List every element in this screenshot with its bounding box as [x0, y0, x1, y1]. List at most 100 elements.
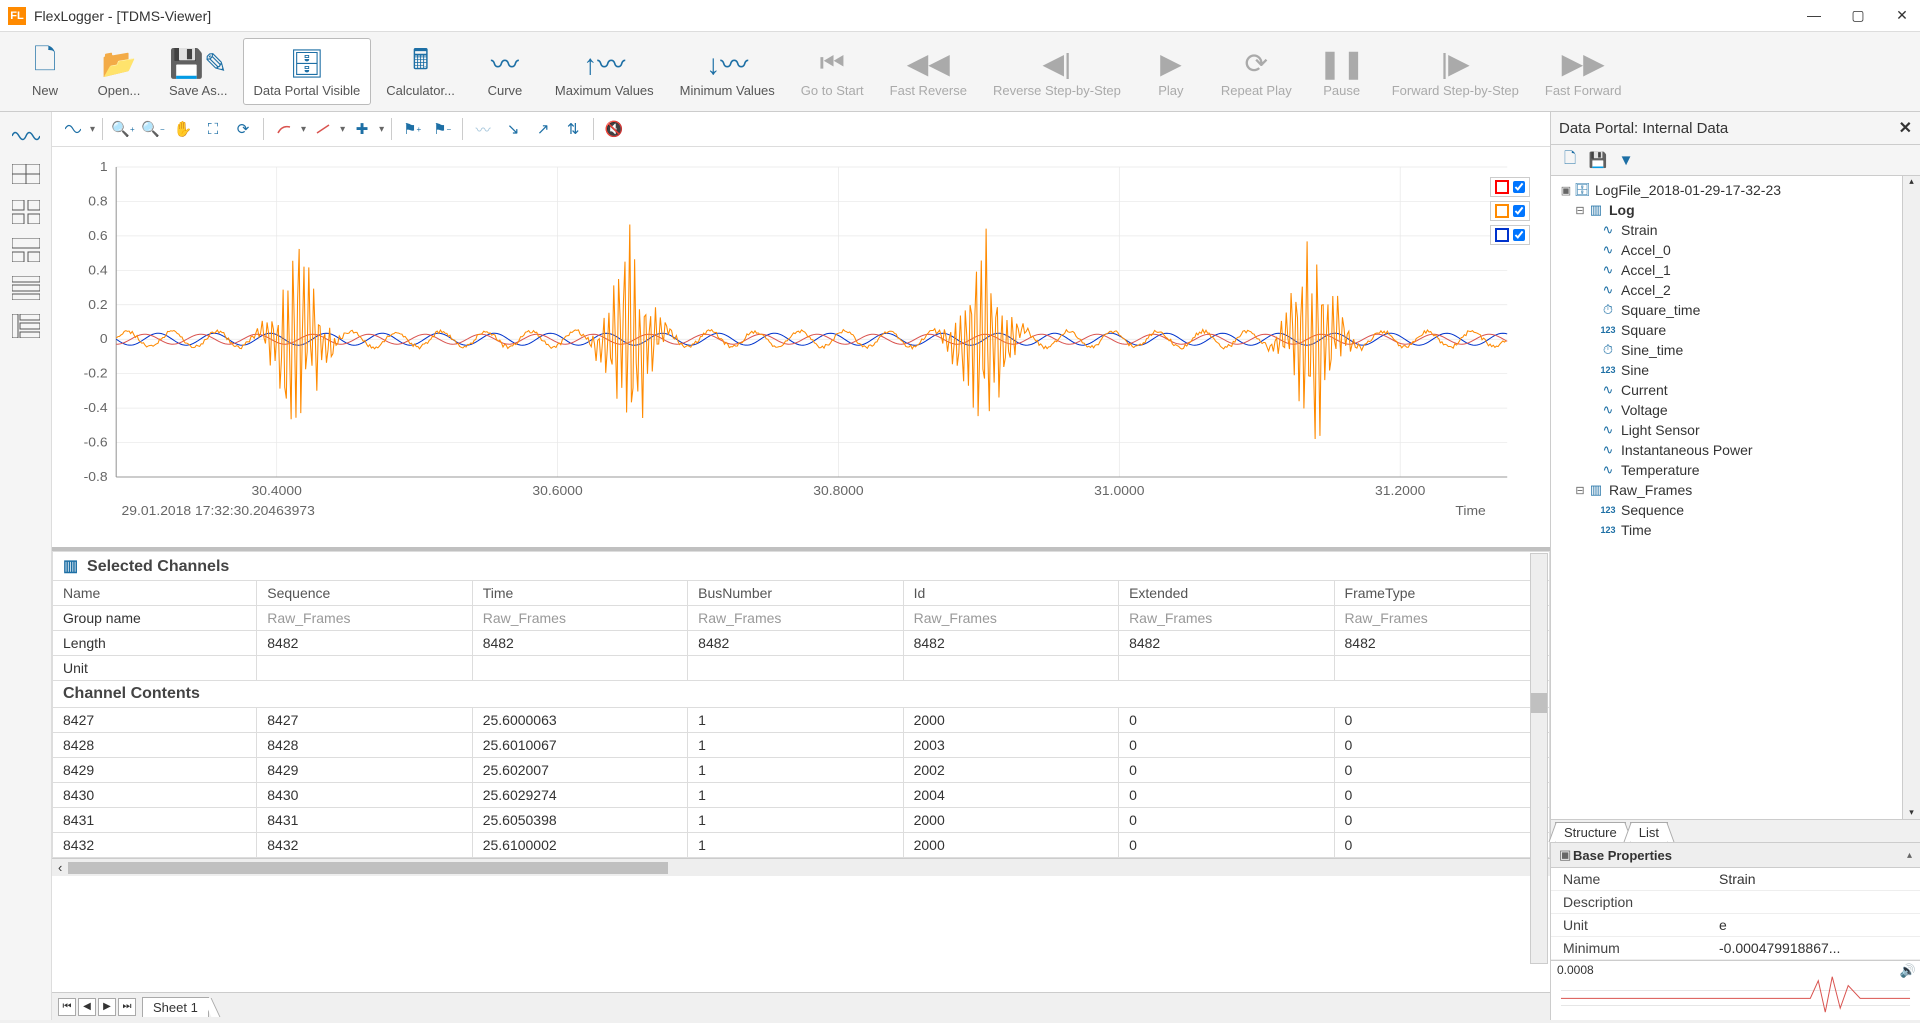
app-icon: FL [8, 7, 26, 25]
new-file-icon[interactable]: 🗋 [1559, 149, 1581, 171]
maximize-button[interactable]: ▢ [1848, 7, 1868, 24]
col-header[interactable]: BusNumber [688, 581, 903, 606]
zoom-reset-icon[interactable]: ⛶ [200, 116, 226, 142]
tree-channel[interactable]: ∿Accel_0 [1551, 240, 1920, 260]
view-split-horizontal-icon[interactable] [6, 234, 46, 266]
tool3-icon[interactable]: ↗ [530, 116, 556, 142]
property-row[interactable]: Minimum-0.000479918867... [1551, 937, 1920, 960]
mute-icon[interactable]: 🔇 [601, 116, 627, 142]
view-waveform-icon[interactable] [6, 120, 46, 152]
tree-group[interactable]: ⊟▥Raw_Frames [1551, 480, 1920, 500]
sheet-first[interactable]: ⏮ [58, 998, 76, 1016]
min-values-button[interactable]: ↓〰Minimum Values [669, 38, 786, 105]
minimize-button[interactable]: — [1804, 7, 1824, 24]
zoom-out-icon[interactable]: 🔍− [140, 116, 166, 142]
table-row[interactable]: 8431843125.60503981200000 [53, 808, 1550, 833]
tree-channel[interactable]: ∿Temperature [1551, 460, 1920, 480]
tree-scrollbar[interactable]: ▴ ▾ [1902, 176, 1920, 819]
tree-channel[interactable]: 123Time [1551, 520, 1920, 540]
table-scrollbar-h[interactable]: ‹ › [52, 858, 1550, 876]
tree-root[interactable]: ▣🗄LogFile_2018-01-29-17-32-23 [1551, 180, 1920, 200]
tree-channel[interactable]: ∿Voltage [1551, 400, 1920, 420]
curve-button[interactable]: 〰Curve [470, 38, 540, 105]
svg-text:-0.8: -0.8 [84, 469, 108, 483]
max-values-button[interactable]: ↑〰Maximum Values [544, 38, 665, 105]
property-row[interactable]: NameStrain [1551, 868, 1920, 891]
data-portal-button[interactable]: 🗄Data Portal Visible [243, 38, 372, 105]
calculator-button[interactable]: 🖩Calculator... [375, 38, 466, 105]
view-stack-icon[interactable] [6, 272, 46, 304]
view-grid-single-icon[interactable] [6, 158, 46, 190]
view-list-icon[interactable] [6, 310, 46, 342]
tree-channel[interactable]: ⏱Sine_time [1551, 340, 1920, 360]
property-row[interactable]: Description [1551, 891, 1920, 914]
curve-style-icon[interactable] [271, 116, 297, 142]
tree-channel[interactable]: ∿Instantaneous Power [1551, 440, 1920, 460]
tree-channel[interactable]: 123Square [1551, 320, 1920, 340]
table-row[interactable]: 8430843025.60292741200400 [53, 783, 1550, 808]
tree-channel[interactable]: ∿Current [1551, 380, 1920, 400]
flag-remove-icon[interactable]: ⚑− [429, 116, 455, 142]
chart-type-dropdown[interactable] [60, 116, 86, 142]
sheet-prev[interactable]: ◀ [78, 998, 96, 1016]
legend-checkbox[interactable] [1513, 229, 1525, 241]
col-header[interactable]: FrameType [1334, 581, 1549, 606]
sheet-next[interactable]: ▶ [98, 998, 116, 1016]
reverse-sbs-label: Reverse Step-by-Step [993, 83, 1121, 98]
legend-swatch-icon [1495, 180, 1509, 194]
col-header[interactable]: Name [53, 581, 257, 606]
data-portal-tree: ▣🗄LogFile_2018-01-29-17-32-23⊟▥Log∿Strai… [1551, 176, 1920, 820]
view-2x2-icon[interactable] [6, 196, 46, 228]
line-style-icon[interactable] [310, 116, 336, 142]
tree-channel[interactable]: ∿Accel_1 [1551, 260, 1920, 280]
props-scroll-up-icon[interactable]: ▴ [1907, 850, 1912, 861]
zoom-in-icon[interactable]: 🔍+ [110, 116, 136, 142]
chart-area[interactable]: 10.80.60.40.20-0.2-0.4-0.6-0.830.400030.… [52, 147, 1550, 547]
sheet-last[interactable]: ⏭ [118, 998, 136, 1016]
window-title: FlexLogger - [TDMS-Viewer] [34, 8, 1804, 24]
flag-add-icon[interactable]: ⚑+ [399, 116, 425, 142]
preview-audio-icon[interactable]: 🔊 [1900, 963, 1916, 979]
filter-icon[interactable]: ▼ [1615, 149, 1637, 171]
tree-channel[interactable]: ⏱Square_time [1551, 300, 1920, 320]
save-as-button[interactable]: 💾✎Save As... [158, 38, 239, 105]
legend-item[interactable] [1490, 201, 1530, 221]
crosshair-icon[interactable]: ✚ [349, 116, 375, 142]
tree-channel[interactable]: ∿Accel_2 [1551, 280, 1920, 300]
sheet-tab[interactable]: Sheet 1 [142, 997, 209, 1017]
curve-label: Curve [488, 83, 523, 98]
table-row[interactable]: 8432843225.61000021200000 [53, 833, 1550, 858]
property-row[interactable]: Unite [1551, 914, 1920, 937]
tool2-icon[interactable]: ↘ [500, 116, 526, 142]
table-row[interactable]: 8428842825.60100671200300 [53, 733, 1550, 758]
tree-channel[interactable]: 123Sequence [1551, 500, 1920, 520]
tool4-icon[interactable]: ⇅ [560, 116, 586, 142]
open-button[interactable]: 📂Open... [84, 38, 154, 105]
col-header[interactable]: Time [472, 581, 687, 606]
tree-channel[interactable]: ∿Strain [1551, 220, 1920, 240]
tree-group[interactable]: ⊟▥Log [1551, 200, 1920, 220]
new-button[interactable]: 🗋New [10, 38, 80, 105]
col-header[interactable]: Sequence [257, 581, 472, 606]
dp-tab-list[interactable]: List [1630, 822, 1668, 842]
dp-tab-structure[interactable]: Structure [1555, 822, 1626, 842]
col-header[interactable]: Extended [1119, 581, 1334, 606]
props-collapse-icon[interactable]: ▣ [1559, 847, 1573, 863]
refresh-icon[interactable]: ⟳ [230, 116, 256, 142]
save-data-icon[interactable]: 💾 [1587, 149, 1609, 171]
table-row[interactable]: 8429842925.6020071200200 [53, 758, 1550, 783]
close-button[interactable]: ✕ [1892, 7, 1912, 24]
table-row[interactable]: 8427842725.60000631200000 [53, 708, 1550, 733]
legend-checkbox[interactable] [1513, 181, 1525, 193]
legend-item[interactable] [1490, 225, 1530, 245]
tree-channel[interactable]: 123Sine [1551, 360, 1920, 380]
tree-channel[interactable]: ∿Light Sensor [1551, 420, 1920, 440]
pan-icon[interactable]: ✋ [170, 116, 196, 142]
tool1-icon[interactable]: 〰 [470, 116, 496, 142]
legend-checkbox[interactable] [1513, 205, 1525, 217]
svg-text:0: 0 [100, 332, 108, 346]
col-header[interactable]: Id [903, 581, 1118, 606]
legend-item[interactable] [1490, 177, 1530, 197]
table-scrollbar-v[interactable] [1530, 553, 1548, 964]
panel-close-button[interactable]: ✕ [1899, 118, 1912, 138]
